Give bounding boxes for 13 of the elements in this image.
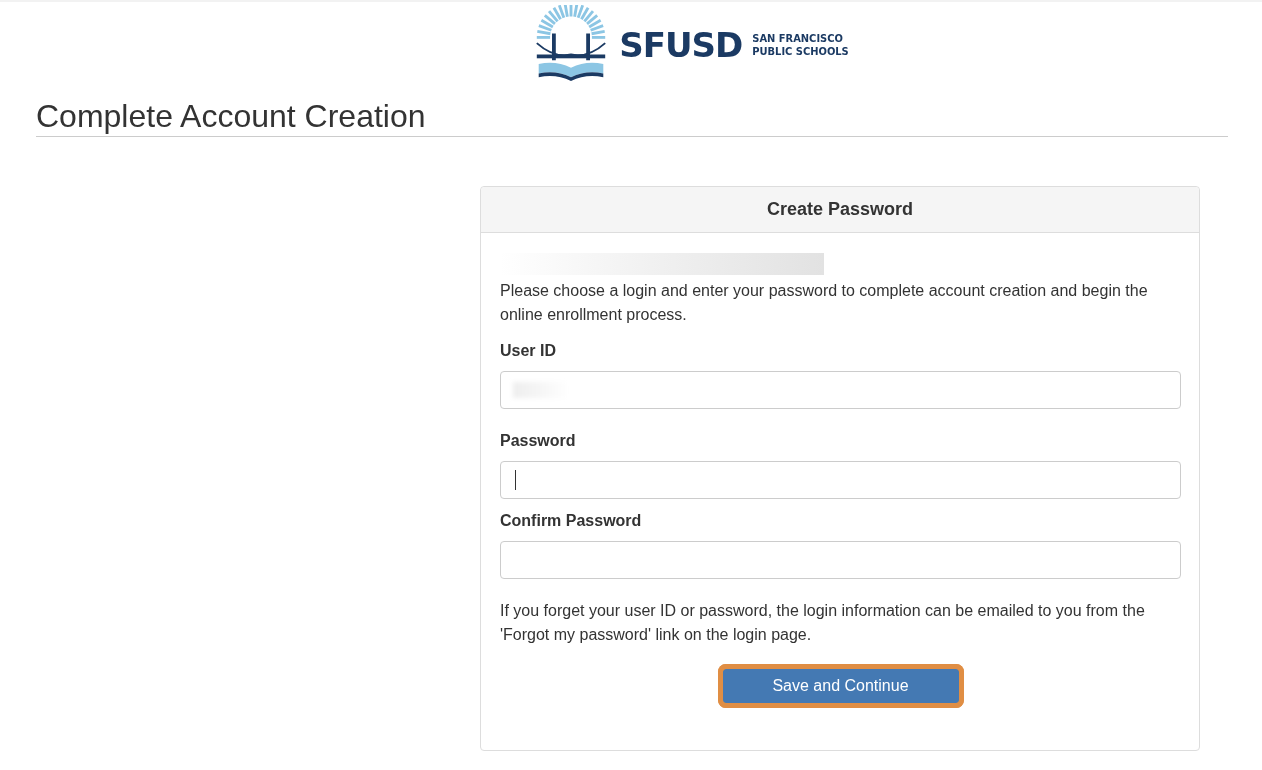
logo-wordmark: SFUSD [619,25,743,65]
logo-tagline: PUBLIC SCHOOLS [752,45,849,58]
page-title: Complete Account Creation [36,98,1228,137]
input-field[interactable] [500,541,1181,579]
input-field[interactable] [500,371,1181,409]
help-text: If you forget your user ID or password, the login information can be emailed to you from the 'Forgot my password' link on the login page. [500,601,1146,645]
field-label: Confirm Password [500,511,643,531]
field-label: User ID [500,341,558,361]
field-label: Password [500,431,577,451]
panel-title: Create Password [481,187,1199,233]
logo-tagline: SAN FRANCISCO [752,32,844,45]
input-field[interactable] [500,461,1181,499]
instruction-text: Please choose a login and enter your password to complete account creation and begin the online enrollment process. [500,281,1149,325]
